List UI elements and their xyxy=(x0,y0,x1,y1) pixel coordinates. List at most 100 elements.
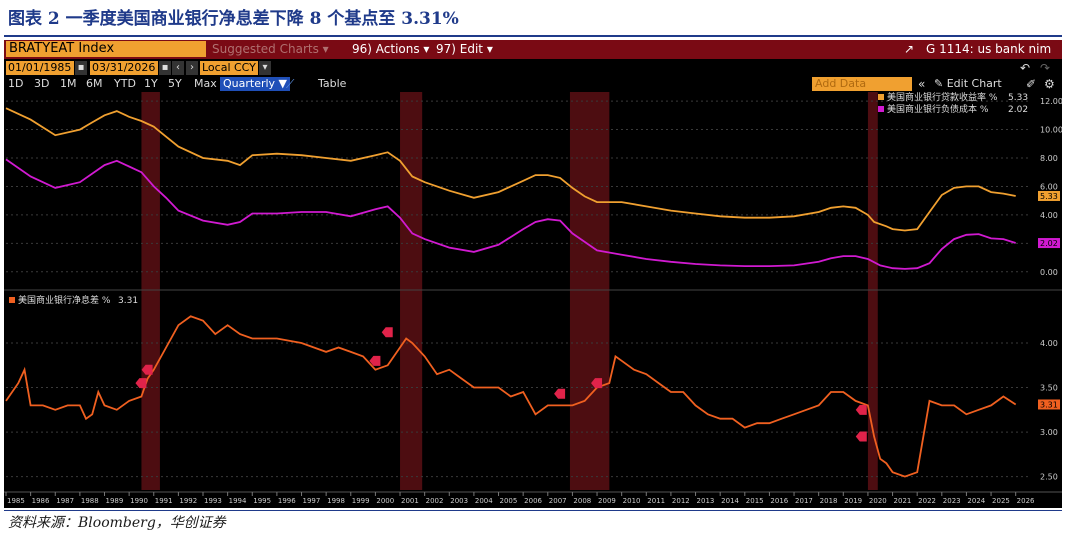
edit-chart-button[interactable]: ✎ Edit Chart xyxy=(934,77,1002,91)
recession-band-1 xyxy=(400,92,423,490)
last-value-label: 3.31 xyxy=(1040,400,1058,409)
x-tick-label: 1991 xyxy=(155,497,173,505)
legend-value: 5.33 xyxy=(1008,93,1028,103)
calendar-icon-start[interactable]: ▪ xyxy=(75,61,87,75)
legend-swatch xyxy=(878,94,884,100)
recession-band-2 xyxy=(569,92,610,490)
add-data-field[interactable]: Add Data xyxy=(812,77,912,91)
start-date-field[interactable]: 01/01/1985 xyxy=(6,61,74,75)
legend-label: 美国商业银行负债成本 % xyxy=(887,103,989,115)
y-tick-label: 3.50 xyxy=(1040,384,1058,393)
prev-period-icon[interactable]: ‹ xyxy=(172,61,184,75)
actions-label: 96) Actions xyxy=(352,42,420,56)
x-tick-label: 2013 xyxy=(697,497,715,505)
x-tick-label: 1994 xyxy=(229,497,247,505)
x-tick-label: 2009 xyxy=(598,497,616,505)
external-link-icon[interactable]: ↗ xyxy=(904,42,914,57)
x-tick-label: 2003 xyxy=(450,497,468,505)
x-tick-label: 2019 xyxy=(844,497,862,505)
period-button-1d[interactable]: 1D xyxy=(8,77,23,91)
edit-menu[interactable]: 97) Edit ▾ xyxy=(436,42,493,57)
title-divider xyxy=(4,35,1062,37)
bottom-divider xyxy=(4,510,1062,511)
table-button[interactable]: Table xyxy=(318,77,346,91)
x-tick-label: 1993 xyxy=(204,497,222,505)
suggested-charts-button[interactable]: Suggested Charts ▾ xyxy=(212,42,329,57)
y-tick-label: 6.00 xyxy=(1040,182,1058,191)
event-marker-7 xyxy=(855,431,867,442)
last-value-label: 2.02 xyxy=(1040,239,1058,248)
line-chart-icon[interactable]: ⟋ xyxy=(286,77,294,91)
redo-icon[interactable]: ↷ xyxy=(1040,61,1050,75)
y-tick-label: 2.50 xyxy=(1040,473,1058,482)
period-button-max[interactable]: Max xyxy=(194,77,217,91)
y-tick-label: 0.00 xyxy=(1040,268,1058,277)
x-tick-label: 2017 xyxy=(795,497,813,505)
x-tick-label: 1999 xyxy=(352,497,370,505)
x-tick-label: 2024 xyxy=(967,497,985,505)
source-note: 资料来源：Bloomberg，华创证券 xyxy=(8,515,226,531)
chart-area: 12.0010.008.006.004.002.000.005.332.024.… xyxy=(4,92,1062,505)
x-tick-label: 1987 xyxy=(56,497,74,505)
x-tick-label: 2020 xyxy=(869,497,887,505)
x-tick-label: 2005 xyxy=(500,497,518,505)
figure-title: 图表 2 一季度美国商业银行净息差下降 8 个基点至 3.31% xyxy=(8,9,459,29)
period-button-3d[interactable]: 3D xyxy=(34,77,49,91)
period-toolbar: 1D 3D 1M 6M YTD 1Y 5Y Max Quarterly ▼ ⟋ Table A… xyxy=(4,76,1062,92)
x-tick-label: 1995 xyxy=(253,497,271,505)
x-tick-label: 2004 xyxy=(475,497,493,505)
event-marker-0 xyxy=(135,378,147,389)
chart-reference: G 1114: us bank nim xyxy=(926,42,1052,56)
x-tick-label: 1990 xyxy=(130,497,148,505)
x-tick-label: 1986 xyxy=(32,497,50,505)
currency-select[interactable]: Local CCY xyxy=(200,61,258,75)
period-button-ytd[interactable]: YTD xyxy=(114,77,136,91)
actions-menu[interactable]: 96) Actions ▾ xyxy=(352,42,429,57)
x-tick-label: 1997 xyxy=(303,497,321,505)
undo-icon[interactable]: ↶ xyxy=(1020,61,1030,75)
frequency-select[interactable]: Quarterly ▼ xyxy=(220,77,291,91)
edit-chart-label: Edit Chart xyxy=(946,77,1002,90)
next-period-icon[interactable]: › xyxy=(186,61,198,75)
x-tick-label: 2022 xyxy=(918,497,936,505)
period-button-6m[interactable]: 6M xyxy=(86,77,103,91)
x-tick-label: 2001 xyxy=(401,497,419,505)
x-tick-label: 2015 xyxy=(746,497,764,505)
calendar-icon-end[interactable]: ▪ xyxy=(159,61,171,75)
recession-band-0 xyxy=(141,92,160,490)
x-tick-label: 2008 xyxy=(573,497,591,505)
legend-value: 3.31 xyxy=(118,296,138,306)
date-toolbar: 01/01/1985 ▪ 03/31/2026 ▪ ‹ › Local CCY … xyxy=(4,60,1062,76)
x-tick-label: 1989 xyxy=(106,497,124,505)
x-tick-label: 2016 xyxy=(770,497,788,505)
x-tick-label: 2006 xyxy=(524,497,542,505)
legend-label: 美国商业银行贷款收益率 % xyxy=(887,92,998,103)
period-button-1m[interactable]: 1M xyxy=(60,77,77,91)
x-tick-label: 1992 xyxy=(179,497,197,505)
period-button-5y[interactable]: 5Y xyxy=(168,77,182,91)
y-tick-label: 4.00 xyxy=(1040,339,1058,348)
y-tick-label: 4.00 xyxy=(1040,211,1058,220)
x-tick-label: 2018 xyxy=(820,497,838,505)
x-tick-label: 2021 xyxy=(894,497,912,505)
ticker-field[interactable]: BRATYEAT Index xyxy=(6,41,206,57)
legend-swatch xyxy=(9,297,15,303)
collapse-icon[interactable]: « xyxy=(918,77,925,91)
period-button-1y[interactable]: 1Y xyxy=(144,77,158,91)
legend-swatch xyxy=(878,106,884,112)
legend-label: 美国商业银行净息差 % xyxy=(18,294,111,306)
edit-label: 97) Edit xyxy=(436,42,484,56)
x-tick-label: 2026 xyxy=(1017,497,1035,505)
annotate-icon[interactable]: ✐ xyxy=(1026,77,1036,91)
x-tick-label: 2007 xyxy=(549,497,567,505)
currency-dropdown-icon[interactable]: ▾ xyxy=(259,61,271,75)
x-tick-label: 2010 xyxy=(623,497,641,505)
x-tick-label: 2000 xyxy=(376,497,394,505)
end-date-field[interactable]: 03/31/2026 xyxy=(90,61,158,75)
x-tick-label: 2014 xyxy=(721,497,739,505)
x-tick-label: 1988 xyxy=(81,497,99,505)
gear-icon[interactable]: ⚙ xyxy=(1044,77,1055,91)
y-tick-label: 8.00 xyxy=(1040,154,1058,163)
y-tick-label: 12.00 xyxy=(1040,97,1062,106)
bloomberg-terminal: BRATYEAT Index Suggested Charts ▾ 96) Ac… xyxy=(4,40,1062,508)
